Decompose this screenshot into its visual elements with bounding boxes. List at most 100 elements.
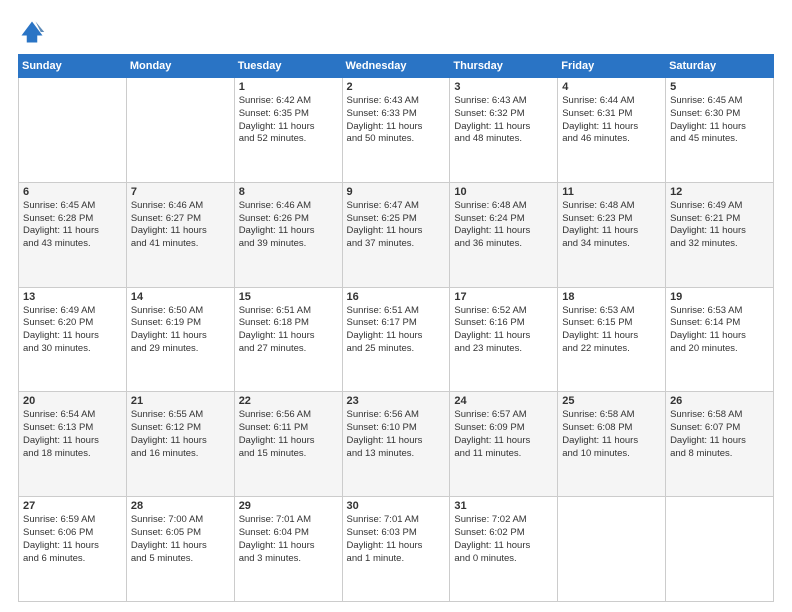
cell-content: Sunrise: 6:49 AM Sunset: 6:20 PM Dayligh… bbox=[23, 305, 122, 356]
day-number: 29 bbox=[239, 500, 338, 512]
calendar-cell: 19Sunrise: 6:53 AM Sunset: 6:14 PM Dayli… bbox=[666, 287, 774, 392]
logo bbox=[18, 18, 50, 46]
cell-content: Sunrise: 6:55 AM Sunset: 6:12 PM Dayligh… bbox=[131, 409, 230, 460]
cell-content: Sunrise: 7:01 AM Sunset: 6:04 PM Dayligh… bbox=[239, 514, 338, 565]
cell-content: Sunrise: 6:42 AM Sunset: 6:35 PM Dayligh… bbox=[239, 95, 338, 146]
calendar-header-row: SundayMondayTuesdayWednesdayThursdayFrid… bbox=[19, 55, 774, 78]
calendar-header-tuesday: Tuesday bbox=[234, 55, 342, 78]
day-number: 13 bbox=[23, 291, 122, 303]
calendar-cell: 20Sunrise: 6:54 AM Sunset: 6:13 PM Dayli… bbox=[19, 392, 127, 497]
day-number: 1 bbox=[239, 81, 338, 93]
calendar-header-sunday: Sunday bbox=[19, 55, 127, 78]
calendar-cell: 16Sunrise: 6:51 AM Sunset: 6:17 PM Dayli… bbox=[342, 287, 450, 392]
day-number: 7 bbox=[131, 186, 230, 198]
calendar-cell: 13 Sunrise: 6:49 AM Sunset: 6:20 PM Dayli… bbox=[19, 287, 127, 392]
calendar-cell: 9 Sunrise: 6:47 AM Sunset: 6:25 PM Daylig… bbox=[342, 182, 450, 287]
calendar-header-wednesday: Wednesday bbox=[342, 55, 450, 78]
cell-content: Sunrise: 6:49 AM Sunset: 6:21 PM Dayligh… bbox=[670, 200, 769, 251]
calendar-table: SundayMondayTuesdayWednesdayThursdayFrid… bbox=[18, 54, 774, 602]
day-number: 23 bbox=[347, 395, 446, 407]
day-number: 30 bbox=[347, 500, 446, 512]
calendar-week-3: 13 Sunrise: 6:49 AM Sunset: 6:20 PM Dayli… bbox=[19, 287, 774, 392]
day-number: 4 bbox=[562, 81, 661, 93]
cell-content: Sunrise: 6:56 AM Sunset: 6:11 PM Dayligh… bbox=[239, 409, 338, 460]
calendar-cell: 12 Sunrise: 6:49 AM Sunset: 6:21 PM Dayli… bbox=[666, 182, 774, 287]
day-number: 31 bbox=[454, 500, 553, 512]
cell-content: Sunrise: 6:52 AM Sunset: 6:16 PM Dayligh… bbox=[454, 305, 553, 356]
calendar-cell: 27 Sunrise: 6:59 AM Sunset: 6:06 PM Dayli… bbox=[19, 497, 127, 602]
day-number: 8 bbox=[239, 186, 338, 198]
cell-content: Sunrise: 6:43 AM Sunset: 6:33 PM Dayligh… bbox=[347, 95, 446, 146]
calendar-week-2: 6 Sunrise: 6:45 AM Sunset: 6:28 PM Daylig… bbox=[19, 182, 774, 287]
day-number: 27 bbox=[23, 500, 122, 512]
calendar-cell: 21 Sunrise: 6:55 AM Sunset: 6:12 PM Dayli… bbox=[126, 392, 234, 497]
day-number: 17 bbox=[454, 291, 553, 303]
calendar-cell: 5 Sunrise: 6:45 AM Sunset: 6:30 PM Daylig… bbox=[666, 78, 774, 183]
day-number: 28 bbox=[131, 500, 230, 512]
calendar-cell: 3Sunrise: 6:43 AM Sunset: 6:32 PM Daylig… bbox=[450, 78, 558, 183]
header bbox=[18, 18, 774, 46]
calendar-header-thursday: Thursday bbox=[450, 55, 558, 78]
cell-content: Sunrise: 6:47 AM Sunset: 6:25 PM Dayligh… bbox=[347, 200, 446, 251]
day-number: 24 bbox=[454, 395, 553, 407]
calendar-cell: 30 Sunrise: 7:01 AM Sunset: 6:03 PM Dayli… bbox=[342, 497, 450, 602]
day-number: 10 bbox=[454, 186, 553, 198]
day-number: 3 bbox=[454, 81, 553, 93]
cell-content: Sunrise: 6:46 AM Sunset: 6:27 PM Dayligh… bbox=[131, 200, 230, 251]
calendar-week-4: 20Sunrise: 6:54 AM Sunset: 6:13 PM Dayli… bbox=[19, 392, 774, 497]
day-number: 19 bbox=[670, 291, 769, 303]
calendar-header-saturday: Saturday bbox=[666, 55, 774, 78]
calendar-cell: 4Sunrise: 6:44 AM Sunset: 6:31 PM Daylig… bbox=[558, 78, 666, 183]
cell-content: Sunrise: 6:58 AM Sunset: 6:07 PM Dayligh… bbox=[670, 409, 769, 460]
cell-content: Sunrise: 6:56 AM Sunset: 6:10 PM Dayligh… bbox=[347, 409, 446, 460]
cell-content: Sunrise: 6:57 AM Sunset: 6:09 PM Dayligh… bbox=[454, 409, 553, 460]
cell-content: Sunrise: 6:50 AM Sunset: 6:19 PM Dayligh… bbox=[131, 305, 230, 356]
day-number: 15 bbox=[239, 291, 338, 303]
cell-content: Sunrise: 6:58 AM Sunset: 6:08 PM Dayligh… bbox=[562, 409, 661, 460]
calendar-cell bbox=[19, 78, 127, 183]
calendar-cell: 15 Sunrise: 6:51 AM Sunset: 6:18 PM Dayli… bbox=[234, 287, 342, 392]
cell-content: Sunrise: 6:59 AM Sunset: 6:06 PM Dayligh… bbox=[23, 514, 122, 565]
day-number: 25 bbox=[562, 395, 661, 407]
day-number: 21 bbox=[131, 395, 230, 407]
day-number: 12 bbox=[670, 186, 769, 198]
calendar-cell bbox=[666, 497, 774, 602]
calendar-header-monday: Monday bbox=[126, 55, 234, 78]
calendar-cell: 17 Sunrise: 6:52 AM Sunset: 6:16 PM Dayli… bbox=[450, 287, 558, 392]
calendar-cell bbox=[126, 78, 234, 183]
day-number: 22 bbox=[239, 395, 338, 407]
calendar-cell: 26 Sunrise: 6:58 AM Sunset: 6:07 PM Dayli… bbox=[666, 392, 774, 497]
calendar-cell: 29 Sunrise: 7:01 AM Sunset: 6:04 PM Dayli… bbox=[234, 497, 342, 602]
calendar-cell: 23 Sunrise: 6:56 AM Sunset: 6:10 PM Dayli… bbox=[342, 392, 450, 497]
day-number: 9 bbox=[347, 186, 446, 198]
day-number: 26 bbox=[670, 395, 769, 407]
calendar-header-friday: Friday bbox=[558, 55, 666, 78]
cell-content: Sunrise: 7:02 AM Sunset: 6:02 PM Dayligh… bbox=[454, 514, 553, 565]
day-number: 6 bbox=[23, 186, 122, 198]
day-number: 2 bbox=[347, 81, 446, 93]
cell-content: Sunrise: 6:45 AM Sunset: 6:28 PM Dayligh… bbox=[23, 200, 122, 251]
calendar-week-5: 27 Sunrise: 6:59 AM Sunset: 6:06 PM Dayli… bbox=[19, 497, 774, 602]
calendar-cell: 6 Sunrise: 6:45 AM Sunset: 6:28 PM Daylig… bbox=[19, 182, 127, 287]
page: SundayMondayTuesdayWednesdayThursdayFrid… bbox=[0, 0, 792, 612]
logo-icon bbox=[18, 18, 46, 46]
cell-content: Sunrise: 6:48 AM Sunset: 6:24 PM Dayligh… bbox=[454, 200, 553, 251]
calendar-cell: 22 Sunrise: 6:56 AM Sunset: 6:11 PM Dayli… bbox=[234, 392, 342, 497]
calendar-cell: 7 Sunrise: 6:46 AM Sunset: 6:27 PM Daylig… bbox=[126, 182, 234, 287]
cell-content: Sunrise: 7:01 AM Sunset: 6:03 PM Dayligh… bbox=[347, 514, 446, 565]
cell-content: Sunrise: 6:51 AM Sunset: 6:18 PM Dayligh… bbox=[239, 305, 338, 356]
calendar-cell: 10 Sunrise: 6:48 AM Sunset: 6:24 PM Dayli… bbox=[450, 182, 558, 287]
calendar-cell: 14Sunrise: 6:50 AM Sunset: 6:19 PM Dayli… bbox=[126, 287, 234, 392]
cell-content: Sunrise: 6:48 AM Sunset: 6:23 PM Dayligh… bbox=[562, 200, 661, 251]
cell-content: Sunrise: 6:54 AM Sunset: 6:13 PM Dayligh… bbox=[23, 409, 122, 460]
calendar-cell: 25 Sunrise: 6:58 AM Sunset: 6:08 PM Dayli… bbox=[558, 392, 666, 497]
calendar-cell: 28 Sunrise: 7:00 AM Sunset: 6:05 PM Dayli… bbox=[126, 497, 234, 602]
cell-content: Sunrise: 7:00 AM Sunset: 6:05 PM Dayligh… bbox=[131, 514, 230, 565]
cell-content: Sunrise: 6:45 AM Sunset: 6:30 PM Dayligh… bbox=[670, 95, 769, 146]
day-number: 11 bbox=[562, 186, 661, 198]
cell-content: Sunrise: 6:46 AM Sunset: 6:26 PM Dayligh… bbox=[239, 200, 338, 251]
calendar-cell: 8 Sunrise: 6:46 AM Sunset: 6:26 PM Daylig… bbox=[234, 182, 342, 287]
day-number: 5 bbox=[670, 81, 769, 93]
calendar-cell bbox=[558, 497, 666, 602]
cell-content: Sunrise: 6:51 AM Sunset: 6:17 PM Dayligh… bbox=[347, 305, 446, 356]
